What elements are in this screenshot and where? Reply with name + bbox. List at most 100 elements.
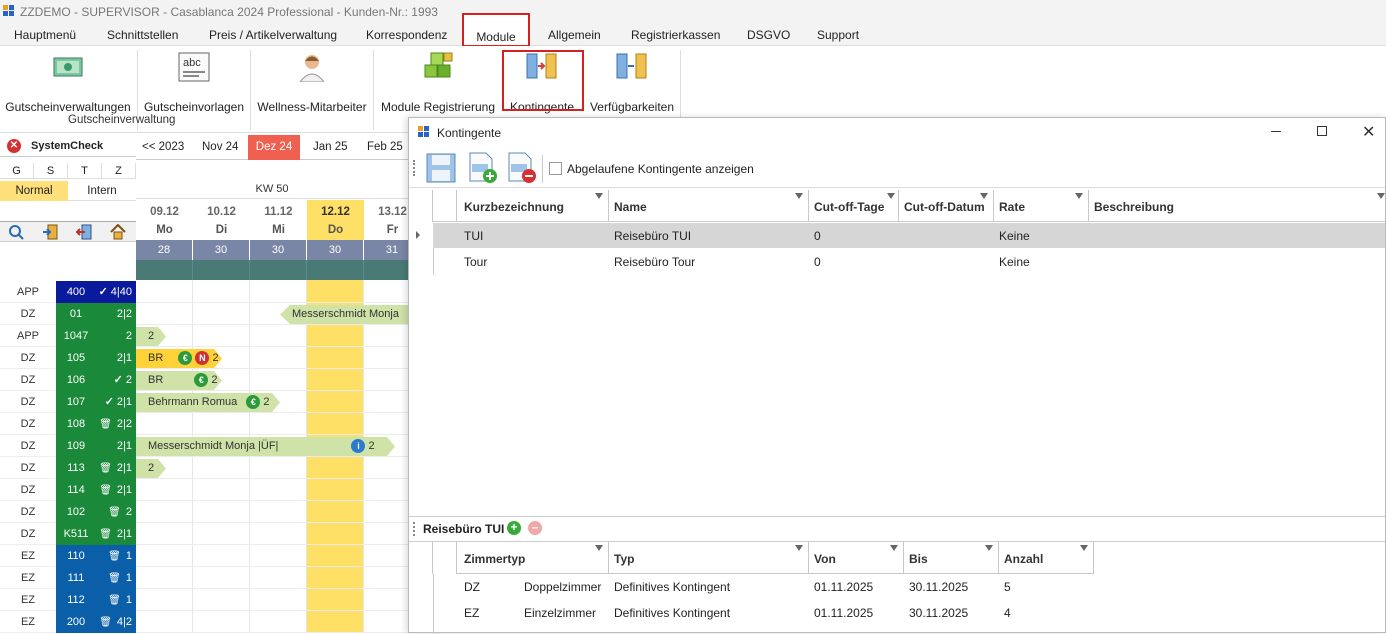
checkin-icon[interactable] xyxy=(42,224,58,240)
filter-icon[interactable] xyxy=(1080,545,1088,551)
systemcheck-row[interactable]: ✕ SystemCheck xyxy=(0,135,136,157)
detail-header-typ[interactable]: Typ xyxy=(614,552,634,566)
room-type: DZ xyxy=(0,435,56,457)
booking-br-2-count: 2 xyxy=(211,374,218,386)
menu-allgemein[interactable]: Allgemein xyxy=(548,28,601,42)
room-row[interactable]: DZ 01 2|2 xyxy=(0,303,136,325)
header-cutoff-tage[interactable]: Cut-off-Tage xyxy=(814,200,884,214)
remove-icon[interactable]: – xyxy=(528,521,542,535)
room-row[interactable]: DZ K511 🗑 2|1 xyxy=(0,523,136,545)
date-label[interactable]: 09.12 xyxy=(136,200,193,224)
month-nov[interactable]: Nov 24 xyxy=(202,141,238,153)
date-label[interactable]: 12.12 xyxy=(307,200,364,224)
filter-icon[interactable] xyxy=(985,545,993,551)
header-name[interactable]: Name xyxy=(614,200,647,214)
room-row[interactable]: DZ 109 2|1 xyxy=(0,435,136,457)
room-row[interactable]: APP 1047 2 xyxy=(0,325,136,347)
checkout-icon[interactable] xyxy=(75,224,92,240)
menu-preis-artikelverwaltung[interactable]: Preis / Artikelverwaltung xyxy=(209,28,337,42)
booking-messerschmidt[interactable]: Messerschmidt Monja xyxy=(280,305,408,324)
add-document-icon[interactable] xyxy=(468,152,498,184)
room-number: 107 xyxy=(56,391,96,413)
month-feb[interactable]: Feb 25 xyxy=(367,141,403,153)
col-z[interactable]: Z xyxy=(102,163,136,179)
home-icon[interactable] xyxy=(110,223,126,240)
filter-icon[interactable] xyxy=(795,193,803,199)
col-t[interactable]: T xyxy=(68,163,102,179)
menu-registrierkassen[interactable]: Registrierkassen xyxy=(631,28,720,42)
room-count: 2|1 xyxy=(116,484,132,496)
gutscheinvorlagen-button[interactable]: abc Gutscheinvorlagen xyxy=(142,46,246,114)
booking-messerschmidt-uef[interactable]: Messerschmidt Monja |ÜF| i 2 xyxy=(136,437,395,456)
room-row[interactable]: EZ 112 🗑 1 xyxy=(0,589,136,611)
save-icon[interactable] xyxy=(426,153,456,183)
room-row[interactable]: DZ 107 ✓ 2|1 xyxy=(0,391,136,413)
menu-dsgvo[interactable]: DSGVO xyxy=(747,28,790,42)
booking-br-2[interactable]: BR € 2 xyxy=(136,371,222,390)
room-row[interactable]: DZ 108 🗑 2|2 xyxy=(0,413,136,435)
detail1-typ: Definitives Kontingent xyxy=(614,580,731,594)
toolbar-grip xyxy=(413,160,415,176)
date-label[interactable]: 11.12 xyxy=(250,200,307,224)
room-row[interactable]: DZ 106 ✓ 2 xyxy=(0,369,136,391)
table-row[interactable] xyxy=(433,223,1385,248)
header-cutoff-datum[interactable]: Cut-off-Datum xyxy=(904,200,985,214)
col-s[interactable]: S xyxy=(34,163,68,179)
room-row[interactable]: APP 400 ✓ 4|40 xyxy=(0,281,136,303)
filter-icon[interactable] xyxy=(1377,193,1385,199)
module-registrierung-button[interactable]: Module Registrierung xyxy=(378,46,498,114)
room-number: 105 xyxy=(56,347,96,369)
month-jan[interactable]: Jan 25 xyxy=(313,141,348,153)
detail-header-bis[interactable]: Bis xyxy=(909,552,928,566)
expired-checkbox[interactable] xyxy=(549,162,562,175)
gutscheinverwaltungen-button[interactable]: Gutscheinverwaltungen xyxy=(4,46,132,114)
filter-icon[interactable] xyxy=(1075,193,1083,199)
detail-header-zimmertyp[interactable]: Zimmertyp xyxy=(464,552,525,566)
detail-header-anzahl[interactable]: Anzahl xyxy=(1004,552,1043,566)
minimize-icon[interactable] xyxy=(1271,131,1281,132)
table-row[interactable] xyxy=(433,249,1385,274)
intern-tab[interactable]: Intern xyxy=(68,181,136,201)
menu-hauptmenue[interactable]: Hauptmenü xyxy=(14,28,76,42)
room-count: 2 xyxy=(125,330,132,342)
room-row[interactable]: EZ 110 🗑 1 xyxy=(0,545,136,567)
header-kurzbezeichnung[interactable]: Kurzbezeichnung xyxy=(464,200,564,214)
delete-document-icon[interactable] xyxy=(507,152,537,184)
menu-module[interactable]: Module xyxy=(462,13,530,47)
room-row[interactable]: DZ 105 2|1 xyxy=(0,347,136,369)
close-icon[interactable]: ✕ xyxy=(1362,122,1375,142)
room-row[interactable]: EZ 200 🗑 4|2 xyxy=(0,611,136,633)
detail-header-von[interactable]: Von xyxy=(814,552,836,566)
header-rate[interactable]: Rate xyxy=(999,200,1025,214)
menu-support[interactable]: Support xyxy=(817,28,859,42)
col-g[interactable]: G xyxy=(0,163,34,179)
header-beschreibung[interactable]: Beschreibung xyxy=(1094,200,1174,214)
date-label[interactable]: 10.12 xyxy=(193,200,250,224)
room-row[interactable]: EZ 111 🗑 1 xyxy=(0,567,136,589)
filter-icon[interactable] xyxy=(795,545,803,551)
wellness-mitarbeiter-button[interactable]: Wellness-Mitarbeiter xyxy=(255,46,369,114)
room-row[interactable]: DZ 114 🗑 2|1 xyxy=(0,479,136,501)
filter-icon[interactable] xyxy=(595,193,603,199)
menu-schnittstellen[interactable]: Schnittstellen xyxy=(107,28,178,42)
add-icon[interactable]: + xyxy=(507,521,521,535)
booking-behrmann[interactable]: Behrmann Romua € 2 xyxy=(136,393,280,412)
filter-icon[interactable] xyxy=(890,545,898,551)
month-prev-year[interactable]: << 2023 xyxy=(142,141,184,153)
splitter[interactable] xyxy=(409,516,1385,517)
search-icon[interactable] xyxy=(8,224,24,240)
filter-icon[interactable] xyxy=(980,193,988,199)
room-filter-input[interactable] xyxy=(0,201,136,222)
room-row[interactable]: DZ 102 🗑 2 xyxy=(0,501,136,523)
verfuegbarkeiten-button[interactable]: Verfügbarkeiten xyxy=(588,46,676,114)
filter-icon[interactable] xyxy=(887,193,895,199)
normal-tab[interactable]: Normal xyxy=(0,181,68,201)
booking-br-1[interactable]: BR € N 2 xyxy=(136,349,222,368)
room-row[interactable]: DZ 113 🗑 2|1 xyxy=(0,457,136,479)
maximize-icon[interactable] xyxy=(1317,126,1327,136)
menu-korrespondenz[interactable]: Korrespondenz xyxy=(366,28,447,42)
room-status: 🗑 1 xyxy=(96,589,136,611)
filter-icon[interactable] xyxy=(595,545,603,551)
month-dez[interactable]: Dez 24 xyxy=(248,135,300,160)
room-type: DZ xyxy=(0,303,56,325)
